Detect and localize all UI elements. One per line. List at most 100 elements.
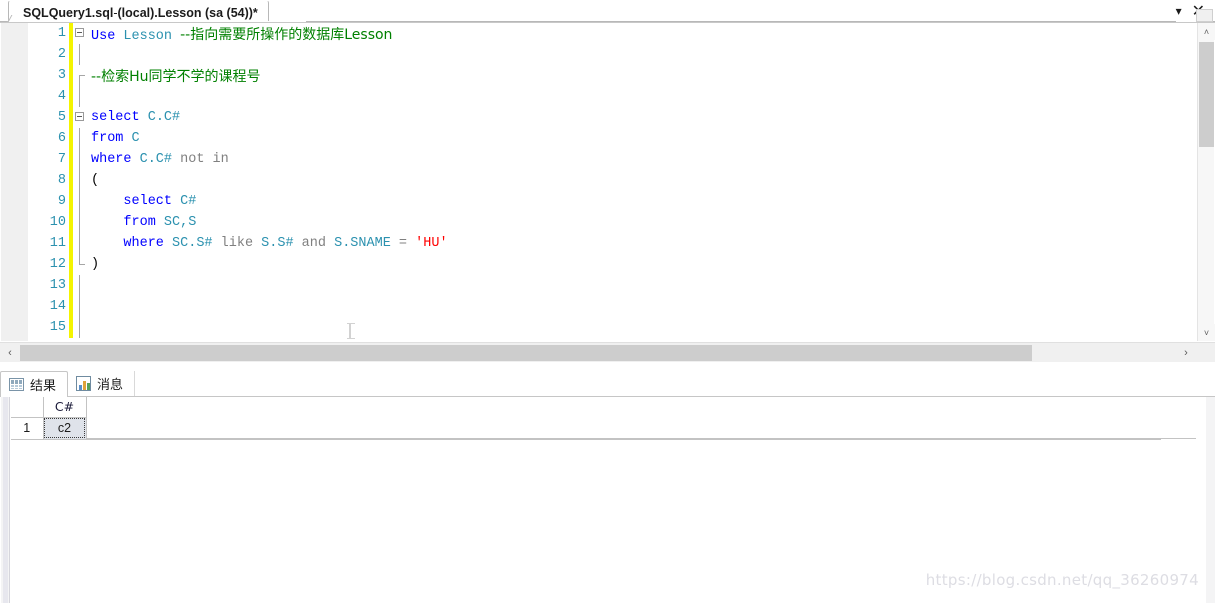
grid-column-header[interactable]: C# — [43, 397, 87, 418]
fold-guide[interactable] — [73, 170, 87, 191]
grid-row-number[interactable]: 1 — [11, 417, 44, 440]
fold-vertical-line — [79, 296, 80, 317]
editor-horizontal-scrollbar[interactable]: ‹ › — [0, 342, 1215, 362]
results-pane: 结果 消息 C# 1 c2 https://blog.csdn.net/qq_3626… — [0, 371, 1215, 603]
scroll-right-arrow-icon[interactable]: › — [1177, 343, 1195, 362]
messages-icon-bar — [79, 385, 83, 390]
results-tabstrip: 结果 消息 — [0, 371, 1215, 397]
grid-corner-cell[interactable] — [11, 397, 44, 418]
scroll-left-arrow-icon[interactable]: ‹ — [1, 343, 19, 362]
sql-editor: 1 Use Lesson --指向需要所操作的数据库Lesson 2 3 --检索Hu同… — [0, 9, 1215, 370]
code-line-text: where C.C# not in — [87, 152, 229, 167]
code-line: 14 — [29, 296, 1184, 317]
code-token-gray: like — [220, 236, 254, 251]
code-line: 1 Use Lesson --指向需要所操作的数据库Lesson — [29, 23, 1184, 44]
code-token-kw: select — [91, 110, 148, 125]
fold-guide[interactable] — [73, 23, 87, 44]
fold-vertical-line — [79, 128, 80, 149]
fold-guide[interactable] — [73, 128, 87, 149]
chevron-down-icon[interactable]: ▾ — [1176, 5, 1182, 17]
code-token-id: C# — [180, 194, 197, 209]
code-line-text: select C.C# — [87, 110, 180, 125]
results-right-scroll-track[interactable] — [1206, 397, 1215, 603]
code-line-text: from C — [87, 131, 140, 146]
code-token-kw: select — [91, 194, 181, 209]
fold-guide[interactable] — [73, 212, 87, 233]
fold-guide[interactable] — [73, 233, 87, 254]
line-number: 5 — [57, 110, 66, 125]
code-token-kw: Use — [91, 28, 124, 44]
results-tab-results[interactable]: 结果 — [0, 371, 69, 397]
line-number: 7 — [57, 152, 66, 167]
line-number: 11 — [49, 236, 66, 251]
line-number: 1 — [57, 26, 66, 41]
code-line-text: --检索Hu同学不学的课程号 — [87, 66, 261, 86]
code-token-id: C.C# — [139, 152, 173, 167]
fold-vertical-line — [79, 233, 80, 254]
fold-guide[interactable] — [73, 191, 87, 212]
grid-cell[interactable]: c2 — [43, 417, 87, 440]
results-vertical-scrollbar[interactable] — [1, 397, 10, 603]
code-token-id: C — [131, 131, 140, 146]
messages-icon-bar — [83, 381, 87, 390]
code-token-id: S.SNAME — [334, 236, 391, 251]
ssms-query-window: SQLQuery1.sql - (local).Lesson (sa (54))… — [0, 0, 1215, 603]
code-line: 13 — [29, 275, 1184, 296]
fold-vertical-line — [79, 44, 80, 65]
scroll-up-arrow-icon[interactable]: ˄ — [1198, 23, 1215, 40]
code-token-gray: and — [301, 236, 326, 251]
fold-guide[interactable] — [73, 317, 87, 338]
fold-guide[interactable] — [73, 86, 87, 107]
fold-vertical-line — [79, 191, 80, 212]
fold-guide[interactable] — [73, 296, 87, 317]
line-number: 15 — [49, 320, 66, 335]
vertical-scroll-thumb[interactable] — [1199, 42, 1214, 147]
code-token-cmt: --指向需要所操作的数据库Lesson — [180, 26, 393, 43]
line-number: 13 — [49, 278, 66, 293]
line-number: 10 — [49, 215, 66, 230]
code-line-text: ( — [87, 173, 99, 188]
scrollbar-top-box — [1196, 9, 1213, 22]
fold-guide[interactable] — [73, 275, 87, 296]
fold-vertical-line — [79, 86, 80, 107]
fold-guide[interactable] — [73, 107, 87, 128]
code-line: 10 from SC,S — [29, 212, 1184, 233]
fold-collapse-icon[interactable] — [75, 112, 84, 121]
fold-vertical-line — [79, 149, 80, 170]
editor-vertical-scrollbar[interactable]: ˄ ˅ — [1196, 9, 1215, 341]
tab-sqlquery1[interactable]: SQLQuery1.sql - (local).Lesson (sa (54))… — [6, 0, 269, 24]
grid-icon-cell — [19, 385, 22, 387]
grid-icon-cell — [15, 380, 18, 384]
editor-selection-margin[interactable] — [1, 23, 29, 341]
fold-guide[interactable] — [73, 44, 87, 65]
fold-guide[interactable] — [73, 65, 87, 86]
scroll-down-arrow-icon[interactable]: ˅ — [1198, 324, 1215, 341]
code-line: 11 where SC.S# like S.S# and S.SNAME = '… — [29, 233, 1184, 254]
results-table: C# 1 c2 — [11, 397, 87, 440]
code-token-id: SC.S# — [172, 236, 213, 251]
fold-collapse-icon[interactable] — [75, 28, 84, 37]
editor-tabstrip: SQLQuery1.sql - (local).Lesson (sa (54))… — [0, 0, 1215, 24]
grid-icon-cell — [11, 385, 14, 387]
code-token-kw: from — [91, 215, 164, 230]
code-text-area[interactable]: 1 Use Lesson --指向需要所操作的数据库Lesson 2 3 --检索Hu同… — [29, 23, 1184, 341]
horizontal-scroll-thumb[interactable] — [20, 345, 1032, 361]
code-token-cmt: --检索Hu同学不学的课程号 — [91, 68, 261, 85]
code-token-gray: not in — [180, 152, 229, 167]
code-line-text: Use Lesson --指向需要所操作的数据库Lesson — [87, 24, 392, 44]
results-tab-messages[interactable]: 消息 — [68, 371, 136, 396]
grid-empty-area — [86, 397, 1196, 439]
fold-guide[interactable] — [73, 254, 87, 275]
fold-guide[interactable] — [73, 149, 87, 170]
tab-title-file: SQLQuery1.sql — [23, 5, 114, 20]
grid-icon-cell — [19, 387, 22, 389]
line-number: 8 — [57, 173, 66, 188]
results-grid[interactable]: C# 1 c2 https://blog.csdn.net/qq_36260974 — [0, 397, 1215, 603]
code-token-id: SC,S — [163, 215, 197, 230]
